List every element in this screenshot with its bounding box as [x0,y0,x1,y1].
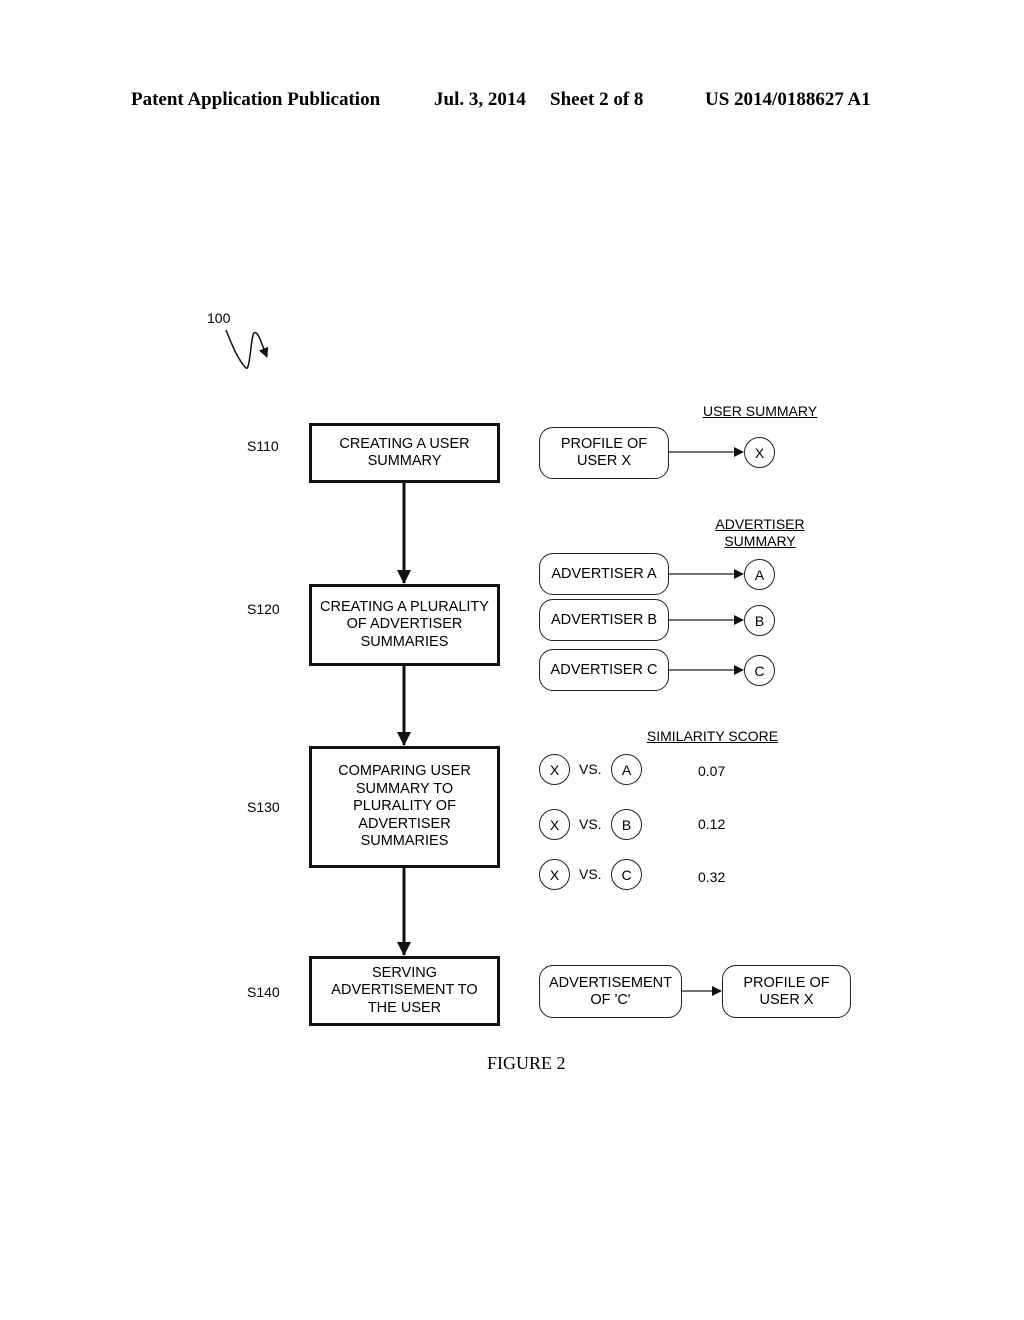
target-profile-text: PROFILE OF USER X [743,974,830,1008]
similarity-score-value: 0.12 [698,816,726,832]
target-profile-box: PROFILE OF USER X [722,965,851,1018]
user-summary-heading: USER SUMMARY [702,403,818,419]
advertisement-c-text: ADVERTISEMENT OF 'C' [548,974,672,1008]
reference-squiggle [225,329,269,369]
step-box-s130: COMPARING USER SUMMARY TO PLURALITY OF A… [309,746,500,868]
advertisement-c-box: ADVERTISEMENT OF 'C' [539,965,682,1018]
step-text-s140: SERVING ADVERTISEMENT TO THE USER [331,964,478,1016]
advertiser-node-a: A [744,559,775,590]
step-label-s120: S120 [247,601,280,617]
advertiser-summary-heading: ADVERTISER SUMMARY [680,516,840,550]
advertiser-c-text: ADVERTISER C [550,661,658,678]
profile-user-x-text: PROFILE OF USER X [560,436,648,469]
advertiser-a-text: ADVERTISER A [551,565,657,582]
step-label-s140: S140 [247,984,280,1000]
figure-caption: FIGURE 2 [487,1053,566,1073]
similarity-node-left: X [539,859,570,890]
similarity-node-left: X [539,809,570,840]
profile-user-x-box: PROFILE OF USER X [539,427,669,479]
advertiser-node-b: B [744,605,775,636]
step-text-s110: CREATING A USER SUMMARY [339,435,470,470]
vs-label: VS. [579,761,602,777]
step-box-s110: CREATING A USER SUMMARY [309,423,500,483]
step-text-s120: CREATING A PLURALITY OF ADVERTISER SUMMA… [320,598,489,650]
advertiser-summary-heading-line2: SUMMARY [724,533,796,549]
step-label-s130: S130 [247,799,280,815]
advertiser-summary-heading-line1: ADVERTISER [715,516,805,532]
step-box-s140: SERVING ADVERTISEMENT TO THE USER [309,956,500,1026]
similarity-node-right: A [611,754,642,785]
similarity-score-value: 0.32 [698,869,726,885]
similarity-score-heading: SIMILARITY SCORE [646,728,779,744]
connector-lines [225,329,744,996]
similarity-node-right: C [611,859,642,890]
advertiser-c-box: ADVERTISER C [539,649,669,691]
advertiser-b-box: ADVERTISER B [539,599,669,641]
vs-label: VS. [579,816,602,832]
step-label-s110: S110 [247,438,279,454]
step-box-s120: CREATING A PLURALITY OF ADVERTISER SUMMA… [309,584,500,666]
step-text-s130: COMPARING USER SUMMARY TO PLURALITY OF A… [338,763,471,850]
similarity-node-right: B [611,809,642,840]
vs-label: VS. [579,866,602,882]
user-summary-node-x: X [744,437,775,468]
advertiser-node-c: C [744,655,775,686]
similarity-score-value: 0.07 [698,763,726,779]
advertiser-b-text: ADVERTISER B [550,611,658,628]
advertiser-a-box: ADVERTISER A [539,553,669,595]
similarity-node-left: X [539,754,570,785]
